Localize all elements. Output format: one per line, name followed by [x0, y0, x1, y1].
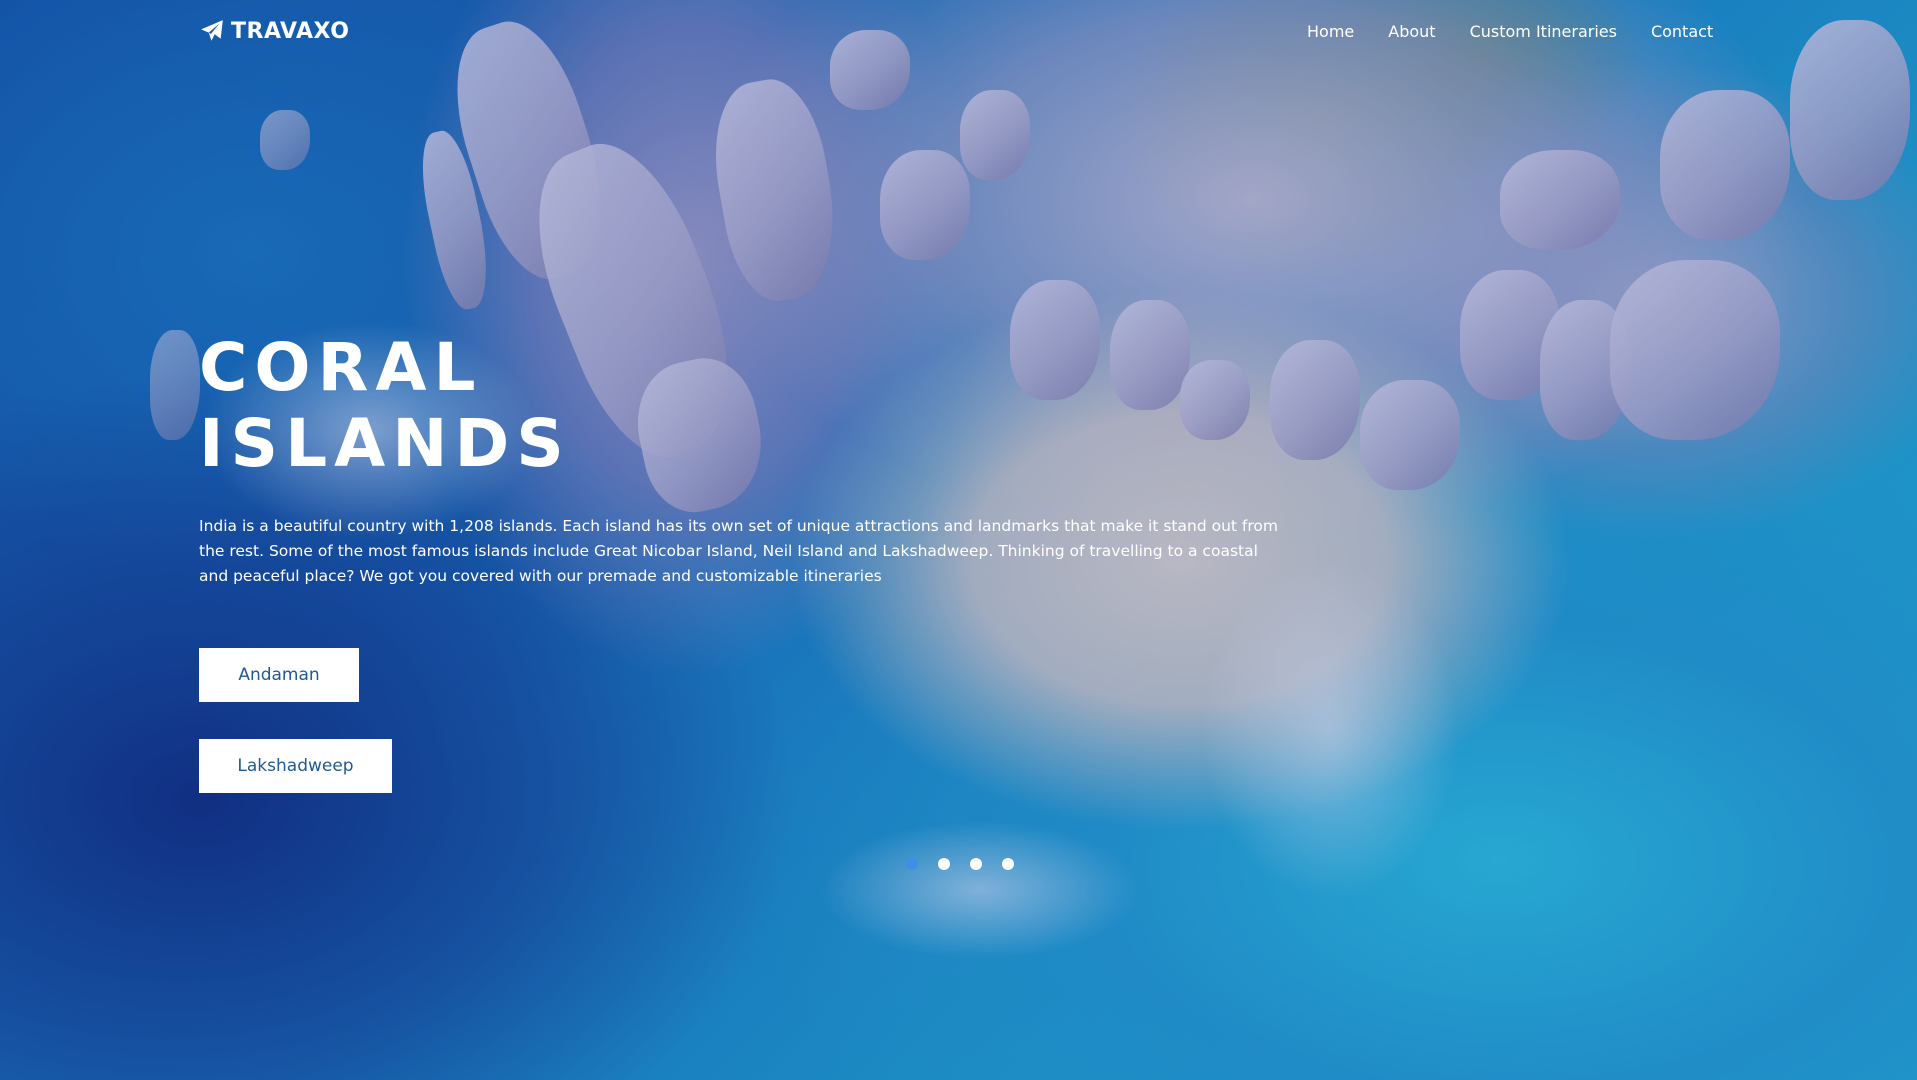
lakshadweep-button[interactable]: Lakshadweep — [199, 739, 392, 793]
carousel-dot-4[interactable] — [1002, 858, 1014, 870]
carousel-dot-2[interactable] — [938, 858, 950, 870]
hero-title-line-1: CORAL — [199, 329, 483, 406]
hero-title: CORAL ISLANDS — [199, 330, 1279, 482]
nav-menu: Home About Custom Itineraries Contact — [1307, 22, 1713, 41]
nav-link-home[interactable]: Home — [1307, 22, 1354, 41]
paper-plane-icon — [199, 18, 225, 44]
carousel-dot-3[interactable] — [970, 858, 982, 870]
hero-content: CORAL ISLANDS India is a beautiful count… — [199, 330, 1279, 589]
andaman-button[interactable]: Andaman — [199, 648, 359, 702]
hero-description: India is a beautiful country with 1,208 … — [199, 517, 1278, 585]
brand-logo-link[interactable]: TRAVAXO — [199, 18, 349, 44]
carousel-indicators — [906, 858, 1014, 870]
brand-name: TRAVAXO — [231, 18, 350, 44]
hero-title-line-2: ISLANDS — [199, 405, 571, 482]
nav-link-custom-itineraries[interactable]: Custom Itineraries — [1470, 22, 1617, 41]
carousel-dot-1[interactable] — [906, 858, 918, 870]
nav-link-contact[interactable]: Contact — [1651, 22, 1713, 41]
top-navbar: TRAVAXO Home About Custom Itineraries Co… — [0, 0, 1917, 64]
hero-section: TRAVAXO Home About Custom Itineraries Co… — [0, 0, 1917, 1080]
nav-link-about[interactable]: About — [1388, 22, 1435, 41]
